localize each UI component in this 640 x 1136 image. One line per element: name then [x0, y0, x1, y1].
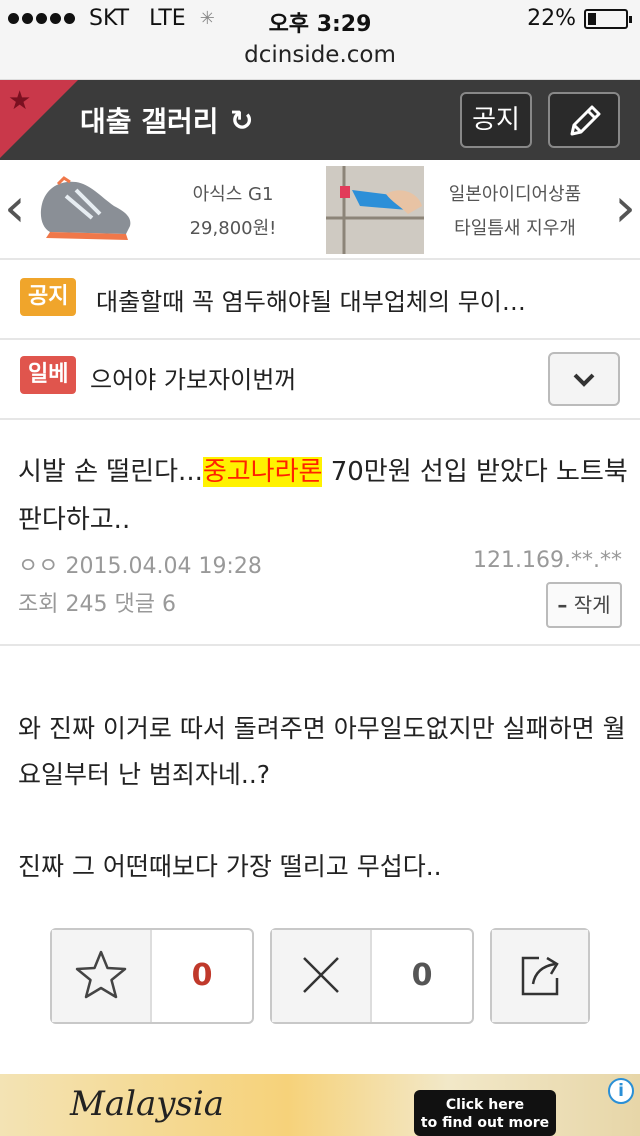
chevron-right-icon[interactable]: › [614, 180, 636, 236]
write-button[interactable] [548, 92, 620, 148]
text-size-button[interactable]: – 작게 [546, 582, 622, 628]
malaysia-logo: Malaysia [70, 1084, 225, 1124]
recommend-count: 0 [191, 958, 213, 993]
x-icon [272, 930, 372, 1022]
comments-label: 댓글 [114, 592, 155, 617]
cta-line: to find out more [420, 1115, 550, 1131]
gallery-title[interactable]: 대출 갤러리 [80, 100, 219, 140]
views-count: 245 [65, 592, 108, 617]
cta-line: Click here [445, 1097, 525, 1113]
post-title-start: 시발 손 떨린다... [18, 457, 203, 487]
not-recommend-button[interactable]: 0 [270, 928, 474, 1024]
ad-carousel: ‹ 아식스 G1 29,800원! 일본아이디어상품 타일틈새 지우개 › [0, 160, 640, 260]
status-bar: SKT LTE ✳ 오후 3:29 22% dcinside.com [0, 0, 640, 80]
post-date: 2015.04.04 19:28 [65, 554, 262, 579]
chevron-left-icon[interactable]: ‹ [4, 180, 26, 236]
not-recommend-count: 0 [411, 958, 433, 993]
recommend-button[interactable]: 0 [50, 928, 254, 1024]
star-icon[interactable]: ★ [8, 88, 31, 114]
pencil-icon [570, 105, 601, 136]
ad-item-tile-eraser[interactable]: 일본아이디어상품 타일틈새 지우개 [440, 178, 590, 246]
post-paragraph: 진짜 그 어떤때보다 가장 떨리고 무섭다.. [18, 852, 442, 881]
text-size-label: 작게 [573, 593, 611, 617]
author-name[interactable]: ㅇㅇ [18, 554, 58, 579]
ad-item-shoe[interactable]: 아식스 G1 29,800원! [158, 178, 308, 246]
post-header: 시발 손 떨린다...중고나라론 70만원 선입 받았다 노트북 판다하고.. … [0, 422, 640, 646]
notice-button[interactable]: 공지 [460, 92, 532, 148]
dropdown-button[interactable] [548, 352, 620, 406]
shoe-image[interactable] [36, 166, 134, 254]
url-bar[interactable]: dcinside.com [0, 42, 640, 68]
click-here-button[interactable]: Click here to find out more [414, 1090, 556, 1136]
notice-row[interactable]: 공지 대출할때 꼭 염두해야될 대부업체의 무이… [0, 262, 640, 340]
tile-eraser-image[interactable] [326, 166, 424, 254]
post-paragraph: 와 진짜 이거로 따서 돌려주면 아무일도없지만 실패하면 월요일부터 난 범죄… [18, 714, 626, 789]
info-icon[interactable]: i [608, 1078, 634, 1104]
post-title: 시발 손 떨린다...중고나라론 70만원 선입 받았다 노트북 판다하고.. [18, 448, 628, 544]
post-title-highlight: 중고나라론 [202, 457, 323, 487]
ad-subtitle: 타일틈새 지우개 [454, 218, 576, 239]
battery-percent: 22% [527, 6, 576, 31]
battery-icon [584, 8, 632, 29]
chevron-down-icon [573, 373, 595, 387]
post-body: 와 진짜 이거로 따서 돌려주면 아무일도없지만 실패하면 월요일부터 난 범죄… [18, 706, 628, 890]
share-button[interactable] [490, 928, 590, 1024]
ilbe-badge: 일베 [20, 356, 77, 394]
author-ip: 121.169.**.** [473, 548, 622, 573]
ad-title: 아식스 G1 [192, 184, 274, 205]
minus-icon: – [557, 593, 568, 617]
notice-badge: 공지 [20, 278, 77, 316]
ilbe-row[interactable]: 일베 으어야 가보자이번꺼 [0, 342, 640, 420]
banner-ad[interactable]: Malaysia Click here to find out more i [0, 1074, 640, 1136]
notice-text: 대출할때 꼭 염두해야될 대부업체의 무이… [96, 288, 526, 316]
post-stats: 조회 245 댓글 6 [18, 586, 176, 618]
share-icon [492, 930, 588, 1022]
star-outline-icon [52, 930, 152, 1022]
views-label: 조회 [18, 592, 59, 617]
comments-count: 6 [161, 592, 176, 617]
ilbe-text: 으어야 가보자이번꺼 [90, 366, 297, 394]
ad-title: 일본아이디어상품 [448, 184, 582, 205]
ad-price: 29,800원! [189, 218, 277, 239]
refresh-icon[interactable]: ↻ [230, 104, 253, 137]
post-author-date: ㅇㅇ 2015.04.04 19:28 [18, 548, 262, 580]
gallery-header: ★ 대출 갤러리 ↻ 공지 [0, 80, 640, 160]
